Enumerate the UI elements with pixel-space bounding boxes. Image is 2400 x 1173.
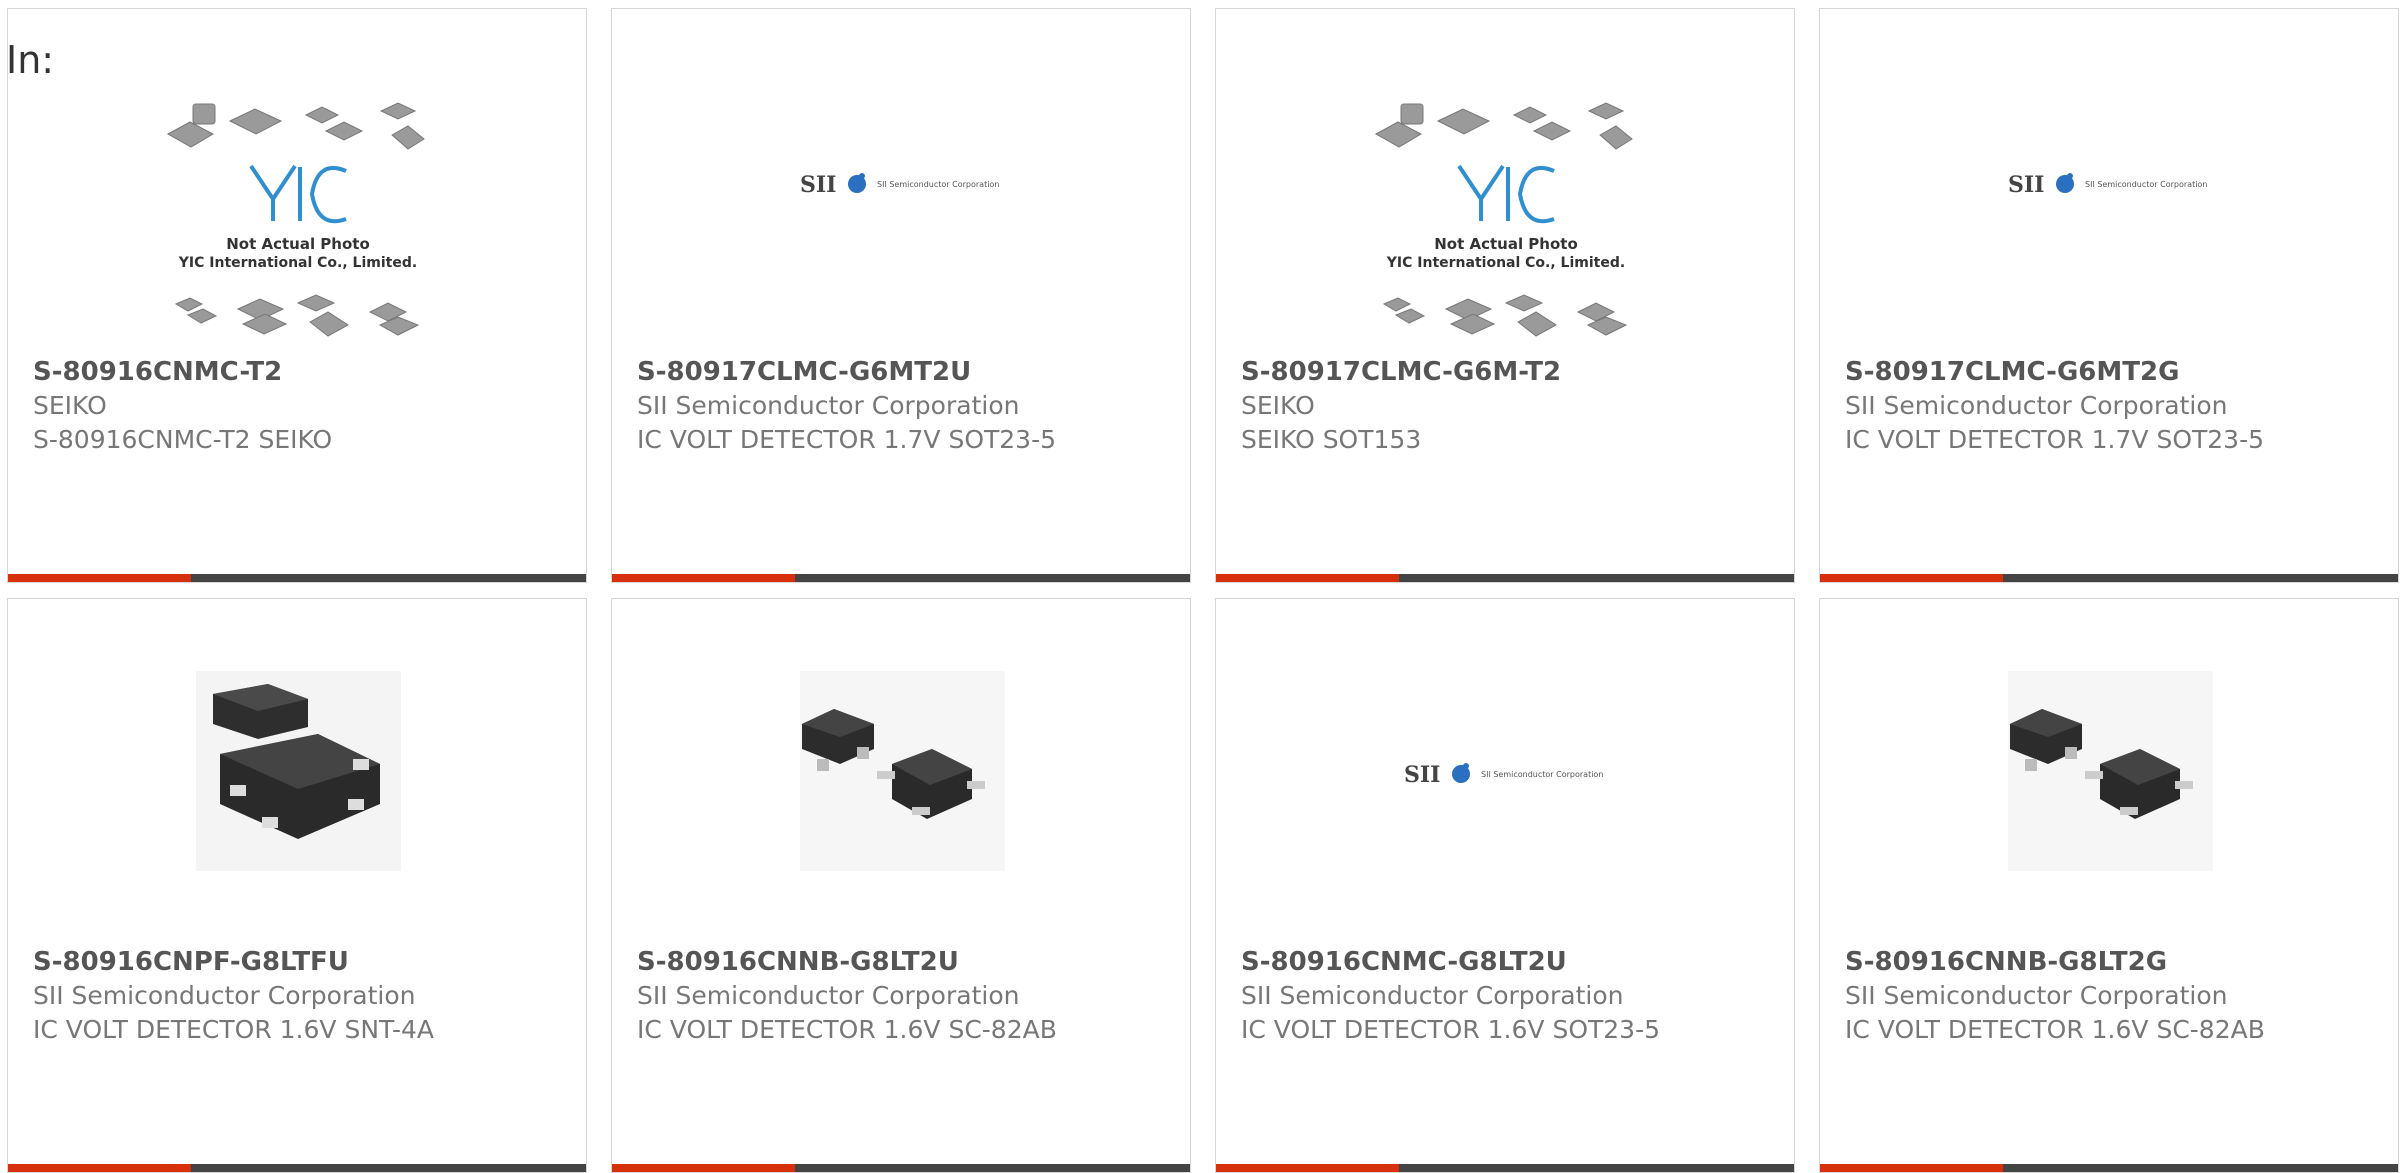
description: IC VOLT DETECTOR 1.6V SNT-4A bbox=[33, 1015, 435, 1044]
yic-placeholder-icon: Not Actual Photo YIC International Co., … bbox=[1374, 102, 1633, 337]
description: IC VOLT DETECTOR 1.6V SC-82AB bbox=[1845, 1015, 2265, 1044]
sc82-chip-icon bbox=[800, 671, 1005, 871]
description: IC VOLT DETECTOR 1.6V SC-82AB bbox=[637, 1015, 1057, 1044]
card-bar bbox=[1820, 574, 2398, 582]
sii-logo-icon: SII SII Semiconductor Corporation bbox=[800, 172, 999, 198]
manufacturer: SII Semiconductor Corporation bbox=[33, 981, 416, 1010]
part-number[interactable]: S-80917CLMC-G6MT2U bbox=[637, 355, 1057, 389]
description: IC VOLT DETECTOR 1.6V SOT23-5 bbox=[1241, 1015, 1661, 1044]
card-bar bbox=[8, 1164, 586, 1172]
part-number[interactable]: S-80916CNMC-G8LT2U bbox=[1241, 945, 1661, 979]
card-bar-accent bbox=[8, 1164, 191, 1172]
product-card[interactable]: SII SII Semiconductor Corporation S-8091… bbox=[1819, 8, 2399, 583]
product-card[interactable]: S-80916CNNB-G8LT2U SII Semiconductor Cor… bbox=[611, 598, 1191, 1173]
card-bar-accent bbox=[1820, 574, 2003, 582]
description: SEIKO SOT153 bbox=[1241, 425, 1422, 454]
logo-sub: SII Semiconductor Corporation bbox=[877, 180, 999, 189]
yic-placeholder-icon: Not Actual Photo YIC International Co., … bbox=[166, 102, 425, 337]
logo-sub: SII Semiconductor Corporation bbox=[1481, 770, 1603, 779]
product-image bbox=[612, 599, 1190, 939]
card-bar bbox=[612, 1164, 1190, 1172]
product-image: SII SII Semiconductor Corporation bbox=[1216, 599, 1794, 939]
logo-mark: SII bbox=[800, 172, 836, 198]
placeholder-line2: YIC International Co., Limited. bbox=[1386, 255, 1625, 271]
product-card[interactable]: Not Actual Photo YIC International Co., … bbox=[7, 8, 587, 583]
card-bar-accent bbox=[612, 574, 795, 582]
sii-logo-icon: SII SII Semiconductor Corporation bbox=[2008, 172, 2207, 198]
manufacturer: SII Semiconductor Corporation bbox=[1845, 391, 2228, 420]
product-card[interactable]: S-80916CNPF-G8LTFU SII Semiconductor Cor… bbox=[7, 598, 587, 1173]
manufacturer: SII Semiconductor Corporation bbox=[637, 981, 1020, 1010]
manufacturer: SII Semiconductor Corporation bbox=[1241, 981, 1624, 1010]
placeholder-line2: YIC International Co., Limited. bbox=[178, 255, 417, 271]
placeholder-line1: Not Actual Photo bbox=[226, 235, 370, 253]
description: IC VOLT DETECTOR 1.7V SOT23-5 bbox=[1845, 425, 2265, 454]
part-number[interactable]: S-80917CLMC-G6MT2G bbox=[1845, 355, 2265, 389]
product-grid: Not Actual Photo YIC International Co., … bbox=[0, 0, 2400, 1173]
placeholder-line1: Not Actual Photo bbox=[1434, 235, 1578, 253]
card-bar-accent bbox=[612, 1164, 795, 1172]
card-bar bbox=[1820, 1164, 2398, 1172]
part-number[interactable]: S-80916CNNB-G8LT2U bbox=[637, 945, 1057, 979]
sii-logo-icon: SII SII Semiconductor Corporation bbox=[1404, 762, 1603, 788]
logo-mark: SII bbox=[2008, 172, 2044, 198]
part-number[interactable]: S-80917CLMC-G6M-T2 bbox=[1241, 355, 1661, 389]
logo-sub: SII Semiconductor Corporation bbox=[2085, 180, 2207, 189]
product-card[interactable]: SII SII Semiconductor Corporation S-8091… bbox=[1215, 598, 1795, 1173]
manufacturer: SII Semiconductor Corporation bbox=[637, 391, 1020, 420]
sc82-chip-icon bbox=[2008, 671, 2213, 871]
card-bar bbox=[8, 574, 586, 582]
product-card[interactable]: SII SII Semiconductor Corporation S-8091… bbox=[611, 8, 1191, 583]
product-image: SII SII Semiconductor Corporation bbox=[612, 9, 1190, 349]
product-card[interactable]: Not Actual Photo YIC International Co., … bbox=[1215, 8, 1795, 583]
product-image: SII SII Semiconductor Corporation bbox=[1820, 9, 2398, 349]
card-bar-accent bbox=[1216, 1164, 1399, 1172]
logo-mark: SII bbox=[1404, 762, 1440, 788]
card-bar-accent bbox=[1216, 574, 1399, 582]
manufacturer: SEIKO bbox=[33, 391, 107, 420]
card-bar bbox=[1216, 1164, 1794, 1172]
product-image bbox=[8, 599, 586, 939]
card-bar bbox=[1216, 574, 1794, 582]
product-image: Not Actual Photo YIC International Co., … bbox=[8, 9, 586, 349]
description: IC VOLT DETECTOR 1.7V SOT23-5 bbox=[637, 425, 1057, 454]
description: S-80916CNMC-T2 SEIKO bbox=[33, 425, 333, 454]
card-bar-accent bbox=[8, 574, 191, 582]
manufacturer: SEIKO bbox=[1241, 391, 1315, 420]
part-number[interactable]: S-80916CNMC-T2 bbox=[33, 355, 453, 389]
part-number[interactable]: S-80916CNPF-G8LTFU bbox=[33, 945, 453, 979]
product-card[interactable]: S-80916CNNB-G8LT2G SII Semiconductor Cor… bbox=[1819, 598, 2399, 1173]
product-image: Not Actual Photo YIC International Co., … bbox=[1216, 9, 1794, 349]
part-number[interactable]: S-80916CNNB-G8LT2G bbox=[1845, 945, 2265, 979]
card-bar-accent bbox=[1820, 1164, 2003, 1172]
in-label: In: bbox=[6, 38, 55, 82]
card-bar bbox=[612, 574, 1190, 582]
snt-chip-icon bbox=[196, 671, 401, 871]
product-image bbox=[1820, 599, 2398, 939]
manufacturer: SII Semiconductor Corporation bbox=[1845, 981, 2228, 1010]
